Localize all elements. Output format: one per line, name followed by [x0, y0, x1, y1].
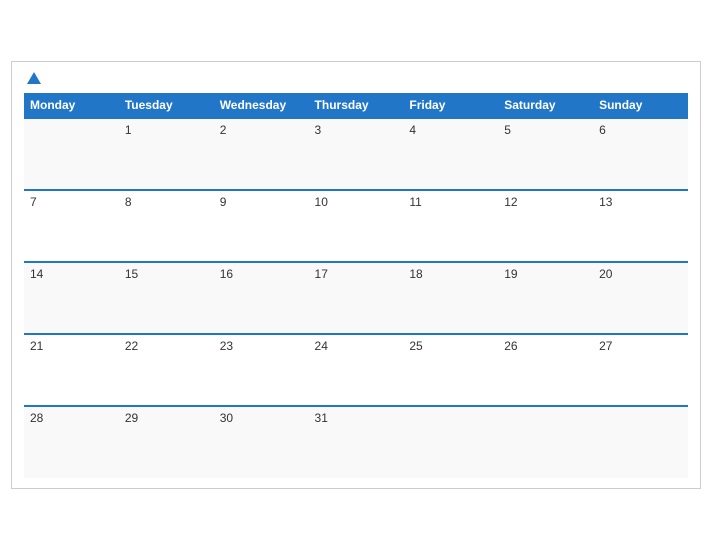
day-number: 6 — [599, 123, 682, 137]
calendar-cell: 30 — [214, 406, 309, 478]
day-number: 26 — [504, 339, 587, 353]
calendar-cell: 31 — [309, 406, 404, 478]
day-number: 28 — [30, 411, 113, 425]
week-row-4: 21 22 23 24 25 26 27 — [24, 334, 688, 406]
calendar-cell: 29 — [119, 406, 214, 478]
calendar-cell: 16 — [214, 262, 309, 334]
calendar-cell: 11 — [403, 190, 498, 262]
day-number: 11 — [409, 195, 492, 209]
day-number: 8 — [125, 195, 208, 209]
day-number: 22 — [125, 339, 208, 353]
calendar-cell: 19 — [498, 262, 593, 334]
calendar-cell: 3 — [309, 118, 404, 190]
weekday-header-wednesday: Wednesday — [214, 93, 309, 118]
day-number: 1 — [125, 123, 208, 137]
week-row-3: 14 15 16 17 18 19 20 — [24, 262, 688, 334]
day-number: 12 — [504, 195, 587, 209]
calendar-cell: 8 — [119, 190, 214, 262]
weekday-header-monday: Monday — [24, 93, 119, 118]
weekday-header-tuesday: Tuesday — [119, 93, 214, 118]
calendar-cell: 1 — [119, 118, 214, 190]
calendar-cell: 13 — [593, 190, 688, 262]
calendar-cell: 21 — [24, 334, 119, 406]
calendar-cell: 22 — [119, 334, 214, 406]
day-number: 9 — [220, 195, 303, 209]
day-number: 29 — [125, 411, 208, 425]
calendar-cell: 5 — [498, 118, 593, 190]
calendar-cell: 23 — [214, 334, 309, 406]
calendar-cell — [593, 406, 688, 478]
week-row-2: 789 10 11 12 13 — [24, 190, 688, 262]
logo-blue-text — [24, 72, 41, 85]
day-number: 27 — [599, 339, 682, 353]
calendar-cell: 4 — [403, 118, 498, 190]
day-number: 5 — [504, 123, 587, 137]
day-number: 30 — [220, 411, 303, 425]
calendar-cell — [403, 406, 498, 478]
day-number: 31 — [315, 411, 398, 425]
calendar-cell — [24, 118, 119, 190]
calendar-cell: 27 — [593, 334, 688, 406]
calendar-cell: 12 — [498, 190, 593, 262]
logo-triangle-icon — [27, 72, 41, 84]
day-number: 14 — [30, 267, 113, 281]
day-number: 24 — [315, 339, 398, 353]
weekday-header-saturday: Saturday — [498, 93, 593, 118]
weekday-header-row: MondayTuesdayWednesdayThursdayFridaySatu… — [24, 93, 688, 118]
day-number: 23 — [220, 339, 303, 353]
calendar-cell — [498, 406, 593, 478]
day-number: 16 — [220, 267, 303, 281]
calendar-cell: 14 — [24, 262, 119, 334]
weekday-header-thursday: Thursday — [309, 93, 404, 118]
calendar-cell: 15 — [119, 262, 214, 334]
day-number: 13 — [599, 195, 682, 209]
day-number: 18 — [409, 267, 492, 281]
calendar-cell: 17 — [309, 262, 404, 334]
calendar-cell: 24 — [309, 334, 404, 406]
day-number: 2 — [220, 123, 303, 137]
week-row-5: 28 29 30 31 — [24, 406, 688, 478]
calendar-cell: 20 — [593, 262, 688, 334]
calendar-cell: 25 — [403, 334, 498, 406]
day-number: 3 — [315, 123, 398, 137]
day-number: 21 — [30, 339, 113, 353]
calendar-cell: 28 — [24, 406, 119, 478]
calendar-header — [24, 72, 688, 85]
calendar-cell: 2 — [214, 118, 309, 190]
day-number: 7 — [30, 195, 113, 209]
day-number: 4 — [409, 123, 492, 137]
weekday-header-friday: Friday — [403, 93, 498, 118]
weekday-header-sunday: Sunday — [593, 93, 688, 118]
calendar-grid: MondayTuesdayWednesdayThursdayFridaySatu… — [24, 93, 688, 478]
calendar-container: MondayTuesdayWednesdayThursdayFridaySatu… — [11, 61, 701, 489]
calendar-cell: 10 — [309, 190, 404, 262]
day-number: 10 — [315, 195, 398, 209]
calendar-cell: 26 — [498, 334, 593, 406]
logo — [24, 72, 41, 85]
day-number: 25 — [409, 339, 492, 353]
day-number: 20 — [599, 267, 682, 281]
day-number: 17 — [315, 267, 398, 281]
calendar-cell: 6 — [593, 118, 688, 190]
day-number: 15 — [125, 267, 208, 281]
calendar-cell: 18 — [403, 262, 498, 334]
calendar-cell: 9 — [214, 190, 309, 262]
week-row-1: 123456 — [24, 118, 688, 190]
calendar-cell: 7 — [24, 190, 119, 262]
day-number: 19 — [504, 267, 587, 281]
